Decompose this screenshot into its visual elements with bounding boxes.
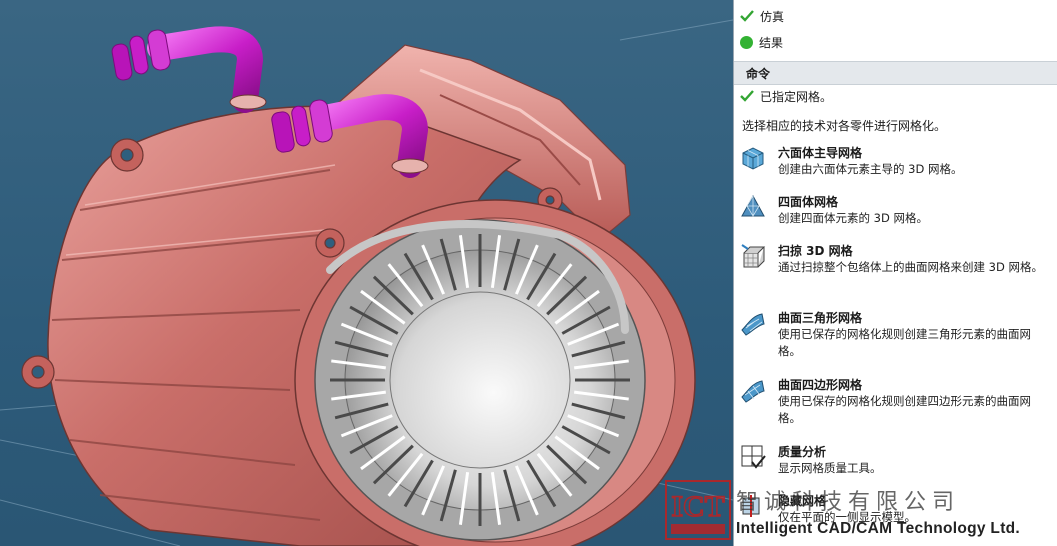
intro-text: 选择相应的技术对各零件进行网格化。 <box>742 119 947 133</box>
command-desc: 显示网格质量工具。 <box>778 461 882 475</box>
command-surface-tri-mesh[interactable]: 曲面三角形网格 使用已保存的网格化规则创建三角形元素的曲面网格。 <box>734 310 1057 360</box>
command-tet-mesh[interactable]: 四面体网格 创建四面体元素的 3D 网格。 <box>734 194 1057 227</box>
check-icon <box>740 89 754 103</box>
status-simulation[interactable]: 仿真 <box>734 4 1057 28</box>
command-title: 曲面四边形网格 <box>778 378 863 392</box>
quality-analysis-icon <box>740 444 766 470</box>
status-results[interactable]: 结果 <box>734 30 1057 54</box>
green-dot-icon <box>740 35 753 49</box>
command-desc: 创建由六面体元素主导的 3D 网格。 <box>778 162 963 176</box>
tet-mesh-icon <box>740 194 766 220</box>
command-desc: 使用已保存的网格化规则创建四边形元素的曲面网格。 <box>778 394 1031 425</box>
check-icon <box>740 9 754 23</box>
command-title: 曲面三角形网格 <box>778 311 863 325</box>
3d-viewport[interactable] <box>0 0 733 546</box>
command-hex-mesh[interactable]: 六面体主导网格 创建由六面体元素主导的 3D 网格。 <box>734 145 1057 178</box>
command-surface-quad-mesh[interactable]: 曲面四边形网格 使用已保存的网格化规则创建四边形元素的曲面网格。 <box>734 377 1057 427</box>
hex-mesh-icon <box>740 145 766 171</box>
status-label: 结果 <box>759 35 784 50</box>
command-title: 四面体网格 <box>778 195 839 209</box>
sweep-mesh-icon <box>740 243 766 269</box>
section-view-icon <box>740 493 766 519</box>
assigned-text: 已指定网格。 <box>760 89 833 104</box>
command-sweep-mesh[interactable]: 扫掠 3D 网格 通过扫掠整个包络体上的曲面网格来创建 3D 网格。 <box>734 243 1057 276</box>
command-title: 六面体主导网格 <box>778 146 863 160</box>
command-desc: 仅在平面的一侧显示模型。 <box>778 510 916 524</box>
command-desc: 使用已保存的网格化规则创建三角形元素的曲面网格。 <box>778 327 1031 358</box>
command-title: 质量分析 <box>778 445 827 459</box>
assigned-status: 已指定网格。 <box>734 84 1057 108</box>
command-desc: 创建四面体元素的 3D 网格。 <box>778 211 928 225</box>
surface-quad-mesh-icon <box>740 377 766 403</box>
command-title: 隐藏网格 <box>778 494 827 508</box>
status-label: 仿真 <box>760 9 785 24</box>
mesh-task-panel: 仿真 结果 命令 已指定网格。 选择相应的技术对各零件进行网格化。 六面体主导网… <box>733 0 1057 546</box>
command-section-view[interactable]: 隐藏网格 仅在平面的一侧显示模型。 <box>734 493 1057 526</box>
surface-tri-mesh-icon <box>740 310 766 336</box>
command-desc: 通过扫掠整个包络体上的曲面网格来创建 3D 网格。 <box>778 260 1043 274</box>
command-quality-analysis[interactable]: 质量分析 显示网格质量工具。 <box>734 444 1057 477</box>
command-title: 扫掠 3D 网格 <box>778 244 853 258</box>
section-title: 命令 <box>746 66 771 81</box>
motor-housing-model[interactable] <box>0 0 733 546</box>
section-header-commands: 命令 <box>734 61 1057 85</box>
